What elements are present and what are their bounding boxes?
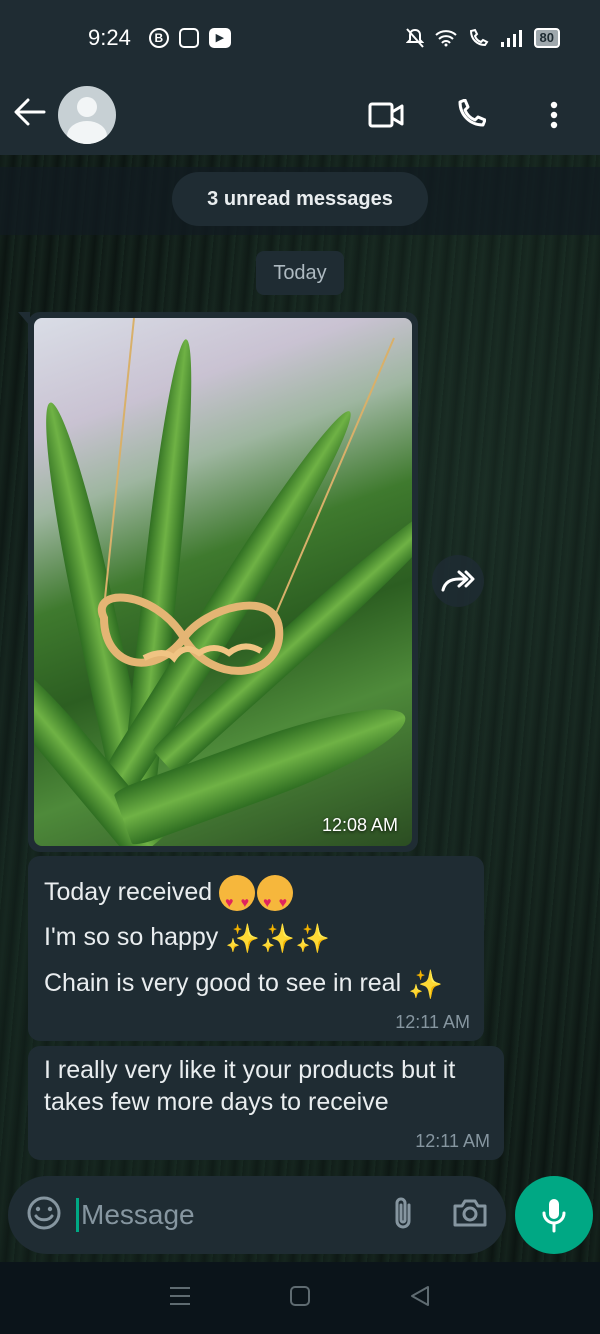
heart-eyes-emoji [257, 875, 294, 925]
contact-avatar[interactable] [58, 86, 116, 144]
message-timestamp: 12:11 AM [415, 1131, 490, 1151]
message-line: Today received [44, 870, 468, 925]
message-bubble[interactable]: Today received I'm so so happy ✨✨✨ Chain… [28, 856, 484, 1041]
mic-icon [542, 1199, 566, 1233]
video-call-icon[interactable] [368, 97, 404, 133]
b-icon: B [148, 27, 169, 48]
heart-eyes-emoji [219, 875, 256, 925]
youtube-icon: ▶ [208, 27, 231, 48]
header-actions [368, 97, 586, 133]
date-divider: Today [256, 251, 344, 295]
mute-icon [405, 27, 424, 48]
home-nav-icon[interactable] [289, 1285, 311, 1312]
message-placeholder: Message [81, 1199, 195, 1230]
necklace-photo[interactable]: 12:08 AM [34, 318, 412, 846]
message-line: I really very like it your products but … [44, 1056, 456, 1084]
more-options-icon[interactable] [536, 97, 572, 133]
image-timestamp: 12:08 AM [321, 815, 398, 835]
sparkles-emoji: ✨✨✨ [225, 922, 330, 954]
message-line: Chain is very good to see in real ✨ [44, 968, 443, 1000]
unread-messages-label: 3 unread messages [172, 172, 428, 226]
signal-icon [500, 29, 522, 47]
status-bar: 9:24 B ▶ 80 [0, 0, 600, 75]
message-timestamp: 12:11 AM [395, 1012, 470, 1032]
necklace-graphic [97, 318, 395, 675]
instagram-icon [178, 27, 199, 48]
text-caret [76, 1198, 79, 1232]
back-nav-icon[interactable] [409, 1285, 431, 1312]
sparkles-emoji: ✨ [408, 968, 443, 1000]
wifi-icon [434, 29, 457, 46]
message-input[interactable]: Message [76, 1198, 390, 1232]
message-composer: Message [8, 1176, 506, 1254]
chat-header [0, 75, 600, 155]
battery-indicator: 80 [533, 27, 560, 48]
system-nav-bar [0, 1262, 600, 1334]
voice-message-button[interactable] [515, 1176, 593, 1254]
status-right: 80 [405, 27, 560, 48]
message-line: takes few more days to receive [44, 1088, 389, 1116]
voice-call-icon[interactable] [452, 97, 488, 133]
wifi-call-icon [469, 28, 488, 46]
message-line: I'm so so happy ✨✨✨ [44, 922, 330, 954]
forward-button[interactable] [432, 555, 484, 607]
forward-icon [441, 570, 475, 592]
status-time: 9:24 [88, 24, 131, 50]
attach-icon[interactable] [390, 1195, 416, 1236]
camera-icon[interactable] [452, 1198, 488, 1233]
message-bubble[interactable]: I really very like it your products but … [28, 1046, 504, 1160]
emoji-icon[interactable] [26, 1195, 62, 1236]
image-message[interactable]: 12:08 AM [18, 312, 418, 852]
menu-nav-icon[interactable] [169, 1285, 191, 1312]
back-arrow-icon[interactable] [14, 96, 54, 135]
